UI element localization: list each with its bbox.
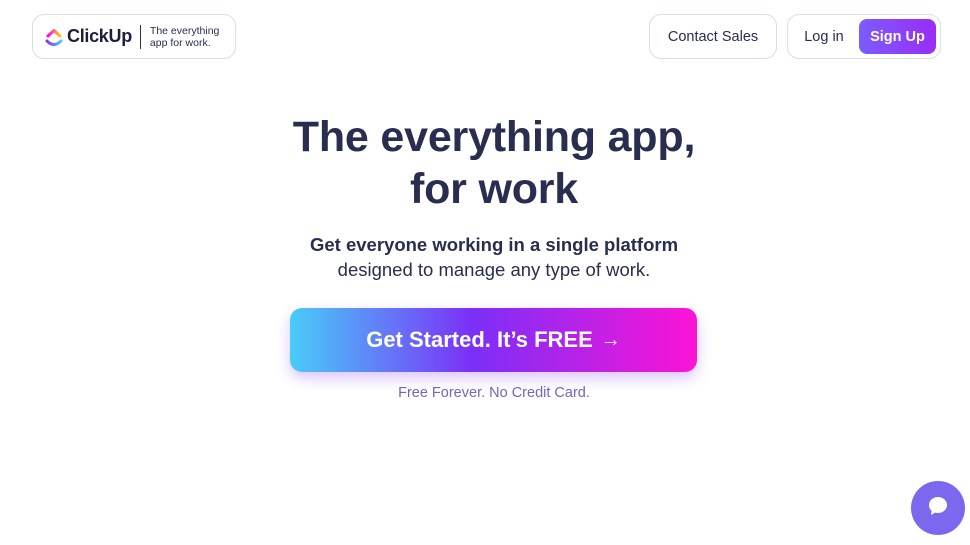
hero-subtitle-rest: designed to manage any type of work. — [337, 259, 651, 280]
signup-button[interactable]: Sign Up — [859, 19, 936, 54]
chat-launcher-button[interactable] — [911, 481, 965, 535]
hero-title: The everything app, for work — [0, 111, 970, 215]
logo-wordmark: ClickUp — [67, 26, 132, 46]
hero-title-line-1: The everything app, — [292, 113, 696, 161]
get-started-button[interactable]: Get Started. It’s FREE → — [290, 308, 697, 372]
landing-page: ClickUp The everything app for work. Con… — [0, 0, 970, 545]
logo-divider — [139, 24, 141, 49]
clickup-logo-icon — [45, 26, 63, 48]
chat-bubble-icon — [927, 495, 949, 522]
hero-subtitle-bold: Get everyone working in a single platfor… — [309, 234, 679, 255]
logo-home-link[interactable]: ClickUp The everything app for work. — [32, 14, 236, 59]
auth-group: Log in Sign Up — [787, 14, 941, 59]
logo-tagline: The everything app for work. — [149, 24, 220, 49]
arrow-right-icon: → — [600, 328, 621, 351]
cta-note: Free Forever. No Credit Card. — [398, 385, 590, 401]
get-started-label: Get Started. It’s FREE — [366, 327, 593, 352]
contact-sales-button[interactable]: Contact Sales — [649, 14, 777, 59]
hero-title-line-2: for work — [409, 165, 579, 213]
hero-subtitle: Get everyone working in a single platfor… — [0, 232, 970, 282]
login-link[interactable]: Log in — [788, 29, 860, 45]
